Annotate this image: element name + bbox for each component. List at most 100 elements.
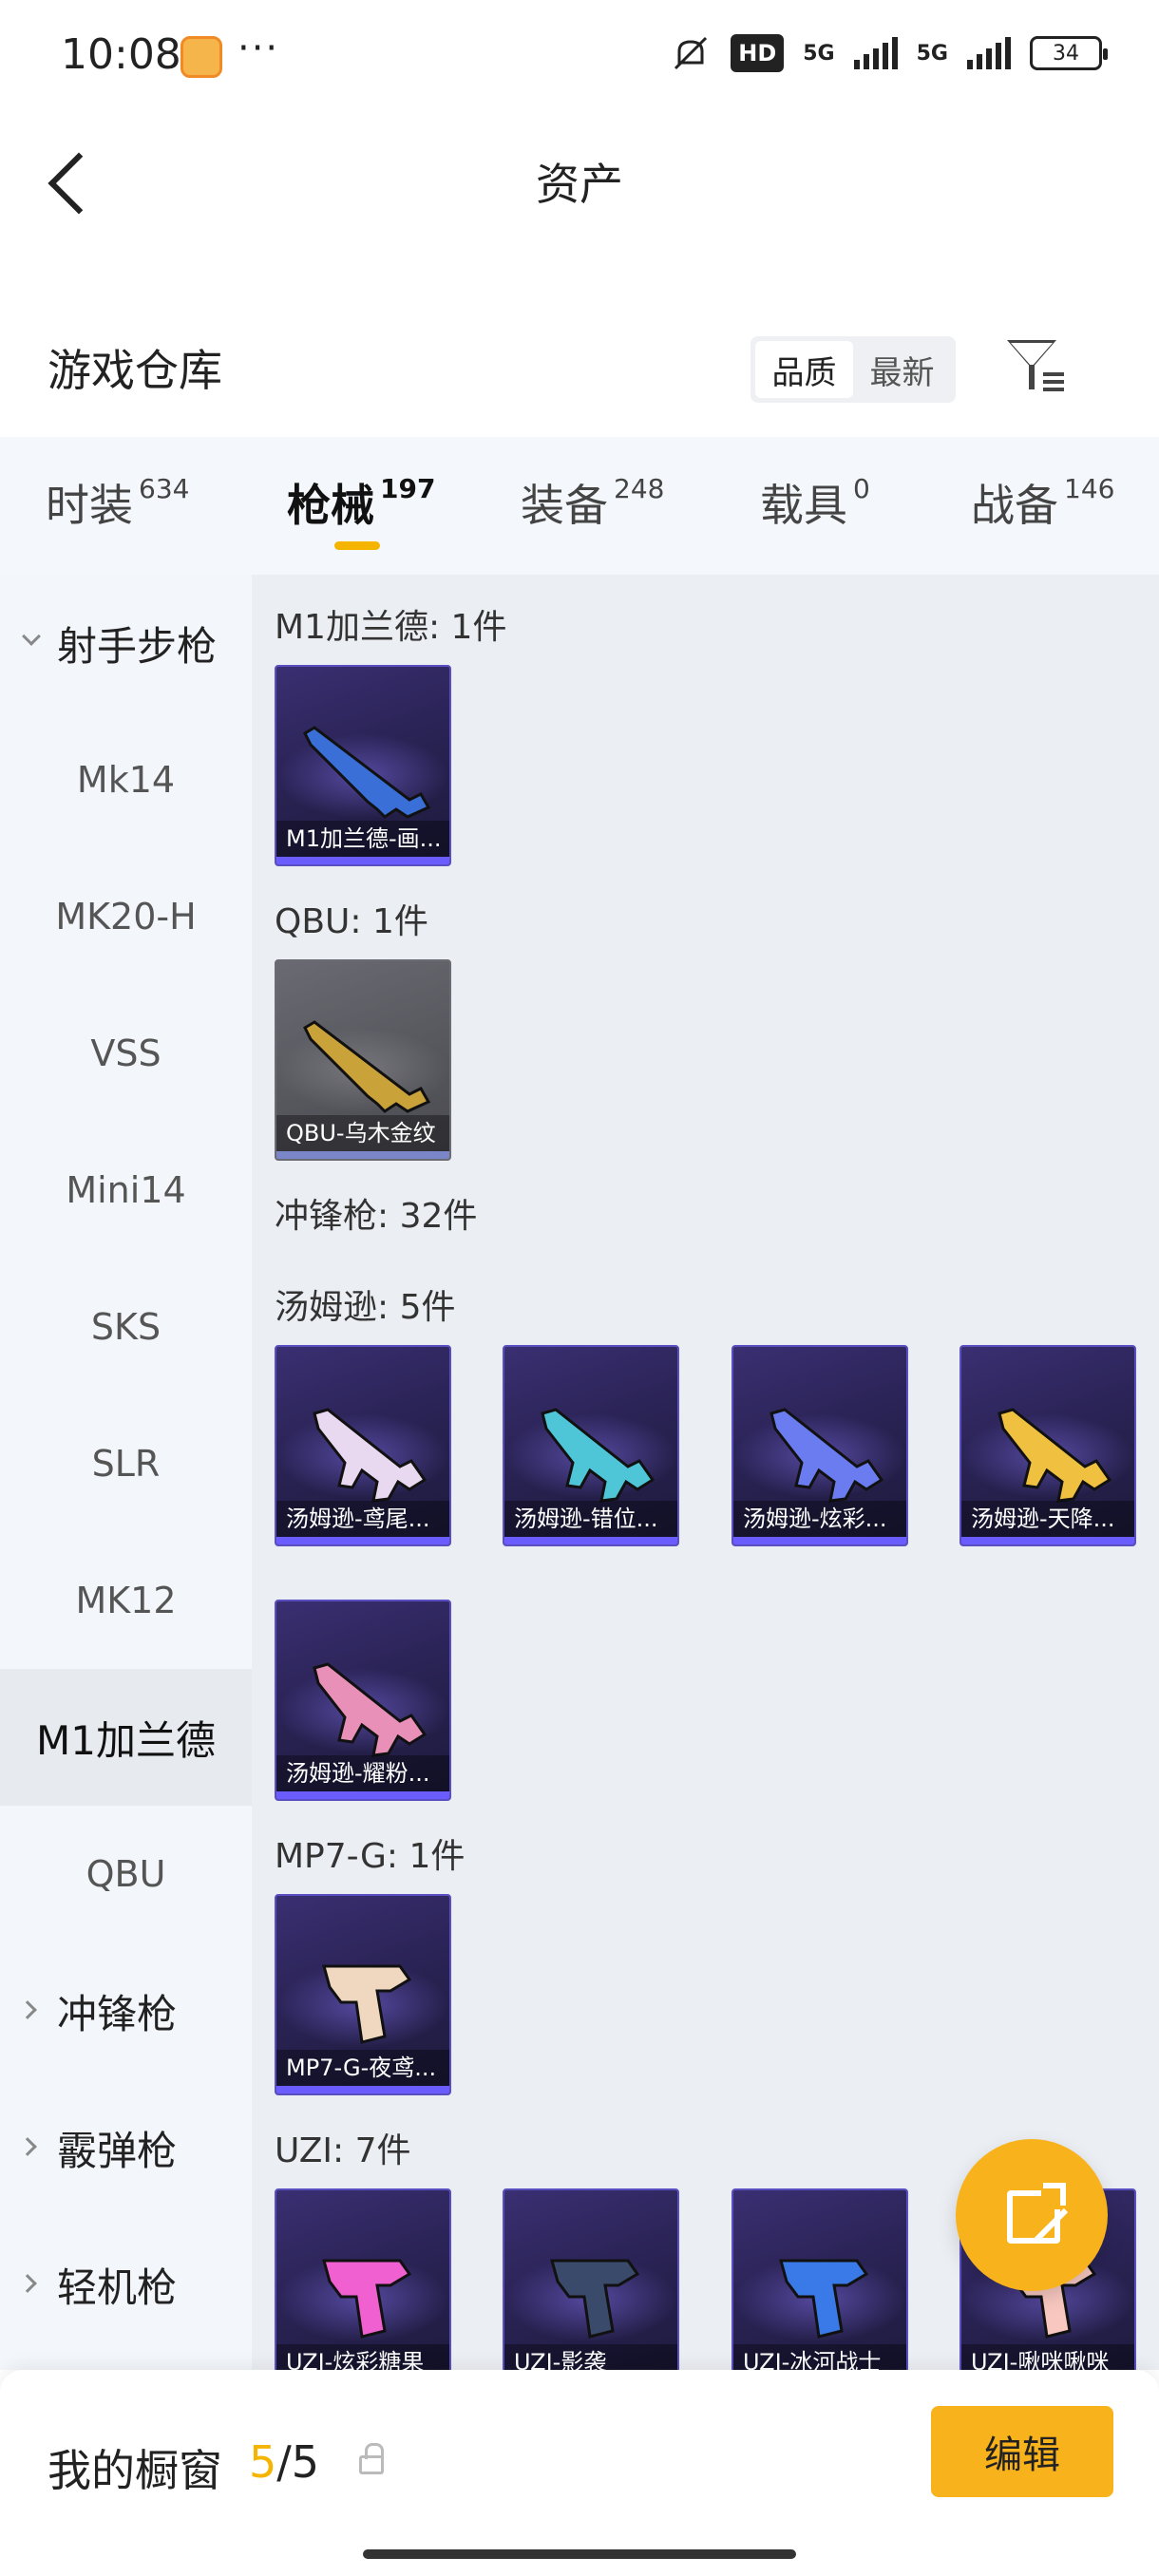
weapon-silhouette bbox=[322, 2259, 412, 2339]
weapon-card-label: QBU-乌木金纹 bbox=[276, 1115, 449, 1151]
weapon-silhouette bbox=[541, 1408, 656, 1503]
status-bar: 10:08 ··· HD 5G 5G 34 bbox=[0, 0, 1159, 114]
smg-icon bbox=[313, 1408, 428, 1503]
smg-icon bbox=[998, 1408, 1112, 1503]
showcase-label: 我的橱窗 bbox=[48, 2445, 222, 2496]
sidebar-item-m1-garand[interactable]: M1加兰德 bbox=[0, 1669, 252, 1806]
pistol-icon bbox=[322, 2259, 412, 2339]
rifle-icon bbox=[303, 1020, 431, 1113]
hd-voice-icon: HD bbox=[731, 34, 785, 72]
sidebar-item-qbu[interactable]: QBU bbox=[0, 1806, 252, 1942]
sidebar-item-vss[interactable]: VSS bbox=[0, 985, 252, 1122]
section-title: 冲锋枪: 32件 bbox=[275, 1197, 478, 1236]
filter-icon[interactable] bbox=[1007, 336, 1068, 397]
weapon-silhouette bbox=[322, 1964, 412, 2044]
showcase-count: 5/5 bbox=[249, 2436, 320, 2488]
home-indicator[interactable] bbox=[363, 2549, 796, 2559]
smg-icon bbox=[313, 1662, 428, 1757]
weapon-card-label: 汤姆逊-天降... bbox=[961, 1501, 1134, 1537]
weapon-card-label: 汤姆逊-耀粉... bbox=[276, 1755, 449, 1791]
showcase-bar: 我的橱窗 5/5 编辑 bbox=[0, 2370, 1159, 2576]
sidebar-item-mk14[interactable]: Mk14 bbox=[0, 711, 252, 848]
rifle-icon bbox=[303, 726, 431, 819]
chevron-right-icon bbox=[18, 2274, 37, 2293]
signal-icon bbox=[853, 37, 898, 69]
sidebar-item-sks[interactable]: SKS bbox=[0, 1259, 252, 1395]
sidebar-group-shotgun[interactable]: 霰弹枪 bbox=[0, 2079, 252, 2216]
weapon-card[interactable]: UZI-炫彩糖果 bbox=[275, 2188, 451, 2370]
smg-icon bbox=[770, 1408, 884, 1503]
chevron-down-icon bbox=[22, 627, 41, 646]
tab-supplies[interactable]: 战备 146 bbox=[971, 471, 1114, 534]
tab-vehicles[interactable]: 载具 0 bbox=[760, 471, 870, 534]
signal-icon bbox=[967, 37, 1011, 69]
weapon-card[interactable]: 汤姆逊-耀粉... bbox=[275, 1600, 451, 1801]
sort-toggle: 品质 最新 bbox=[750, 336, 956, 403]
tab-fashion[interactable]: 时装 634 bbox=[46, 471, 189, 534]
weapon-silhouette bbox=[998, 1408, 1112, 1503]
weapon-card-label: MP7-G-夜鸢... bbox=[276, 2050, 449, 2086]
edit-button[interactable]: 编辑 bbox=[931, 2406, 1113, 2497]
status-time: 10:08 bbox=[61, 30, 181, 79]
sidebar-group-smg[interactable]: 冲锋枪 bbox=[0, 1942, 252, 2079]
weapon-card-label: UZI-影袭 bbox=[504, 2344, 677, 2370]
battery-icon: 34 bbox=[1030, 36, 1108, 70]
section-title: MP7-G: 1件 bbox=[275, 1837, 466, 1876]
network-5g-icon: 5G bbox=[803, 41, 835, 66]
pistol-icon bbox=[550, 2259, 640, 2339]
weapon-type-sidebar: 射手步枪 Mk14 MK20-H VSS Mini14 SKS SLR MK12… bbox=[0, 575, 252, 2370]
pistol-icon bbox=[779, 2259, 869, 2339]
sidebar-group-lmg[interactable]: 轻机枪 bbox=[0, 2216, 252, 2353]
weapon-silhouette bbox=[770, 1408, 884, 1503]
app-notification-icon bbox=[180, 36, 222, 78]
mute-icon bbox=[674, 36, 708, 70]
weapon-card-label: UZI-炫彩糖果 bbox=[276, 2344, 449, 2370]
weapon-silhouette bbox=[303, 1020, 431, 1113]
smg-icon bbox=[541, 1408, 656, 1503]
lock-icon bbox=[359, 2443, 384, 2474]
weapon-card[interactable]: 汤姆逊-错位... bbox=[503, 1345, 679, 1546]
warehouse-title: 游戏仓库 bbox=[48, 345, 222, 396]
weapon-silhouette bbox=[779, 2259, 869, 2339]
sidebar-group-marksman-rifles[interactable]: 射手步枪 bbox=[0, 575, 252, 711]
weapon-card[interactable]: 汤姆逊-炫彩... bbox=[732, 1345, 908, 1546]
pistol-icon bbox=[322, 1964, 412, 2044]
weapon-card[interactable]: UZI-影袭 bbox=[503, 2188, 679, 2370]
weapon-silhouette bbox=[303, 726, 431, 819]
sidebar-item-slr[interactable]: SLR bbox=[0, 1395, 252, 1532]
section-title: QBU: 1件 bbox=[275, 902, 428, 941]
sidebar-item-mini14[interactable]: Mini14 bbox=[0, 1122, 252, 1259]
category-tabs: 时装 634 枪械 197 装备 248 载具 0 战备 146 bbox=[0, 437, 1159, 575]
tab-equipment[interactable]: 装备 248 bbox=[521, 471, 664, 534]
weapon-grid: M1加兰德: 1件 M1加兰德-画... QBU: 1件 QBU-乌木金纹 冲锋… bbox=[252, 575, 1159, 2370]
sort-quality-button[interactable]: 品质 bbox=[755, 341, 853, 398]
warehouse-header: 游戏仓库 品质 最新 bbox=[0, 313, 1159, 423]
weapon-card[interactable]: MP7-G-夜鸢... bbox=[275, 1894, 451, 2095]
sidebar-item-mk20h[interactable]: MK20-H bbox=[0, 848, 252, 985]
network-5g-icon: 5G bbox=[916, 41, 948, 66]
active-tab-indicator bbox=[334, 541, 380, 550]
weapon-card-label: UZI-冰河战士 bbox=[733, 2344, 906, 2370]
more-notifications-icon: ··· bbox=[238, 27, 280, 70]
weapon-silhouette bbox=[313, 1408, 428, 1503]
weapon-card[interactable]: UZI-冰河战士 bbox=[732, 2188, 908, 2370]
section-title: 汤姆逊: 5件 bbox=[275, 1288, 456, 1327]
weapon-silhouette bbox=[313, 1662, 428, 1757]
weapon-card[interactable]: 汤姆逊-天降... bbox=[960, 1345, 1136, 1546]
chevron-right-icon bbox=[18, 2000, 37, 2019]
weapon-card-label: 汤姆逊-错位... bbox=[504, 1501, 677, 1537]
weapon-card[interactable]: QBU-乌木金纹 bbox=[275, 959, 451, 1161]
chevron-right-icon bbox=[18, 2137, 37, 2156]
weapon-card[interactable]: 汤姆逊-鸢尾... bbox=[275, 1345, 451, 1546]
weapon-card[interactable]: M1加兰德-画... bbox=[275, 665, 451, 866]
page-title: 资产 bbox=[536, 159, 623, 210]
tab-firearms[interactable]: 枪械 197 bbox=[287, 471, 435, 550]
sidebar-item-mk12[interactable]: MK12 bbox=[0, 1532, 252, 1669]
weapon-card-label: M1加兰德-画... bbox=[276, 821, 449, 857]
share-button[interactable] bbox=[956, 2139, 1108, 2291]
weapon-card-label: 汤姆逊-炫彩... bbox=[733, 1501, 906, 1537]
weapon-card-label: 汤姆逊-鸢尾... bbox=[276, 1501, 449, 1537]
section-title: UZI: 7件 bbox=[275, 2131, 411, 2170]
page-header: 资产 bbox=[0, 114, 1159, 237]
sort-newest-button[interactable]: 最新 bbox=[853, 341, 951, 398]
